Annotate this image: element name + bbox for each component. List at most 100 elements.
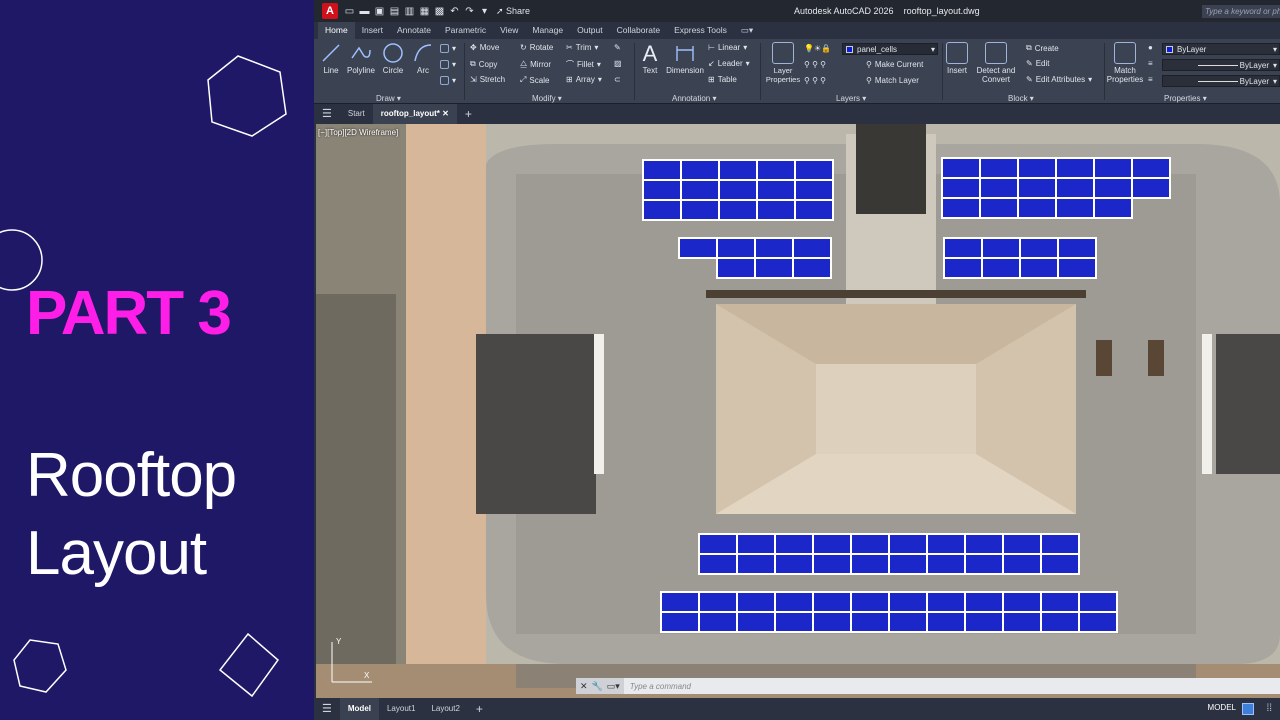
tab-output[interactable]: Output [570,22,610,39]
close-icon[interactable]: ✕ [442,109,449,118]
color-dropdown[interactable]: ByLayer ▾ [1162,43,1280,55]
draw-panel-label[interactable]: Draw ▾ [376,94,401,103]
rotate-button[interactable]: ↻ Rotate [520,43,553,52]
array-button[interactable]: ⊞ Array ▾ [566,75,602,84]
snap-icon[interactable]: ⁞⁞ [1266,703,1272,714]
polyline-button[interactable]: Polyline [344,42,378,75]
print-icon[interactable]: ▩ [434,6,445,17]
block-panel-label[interactable]: Block ▾ [1008,94,1034,103]
trim-button[interactable]: ✂ Trim ▾ [566,43,598,52]
web-save-icon[interactable]: ▦ [419,6,430,17]
tab-collaborate[interactable]: Collaborate [610,22,667,39]
undo-icon[interactable]: ↶ [449,6,460,17]
rotate-icon: ↻ [520,43,527,52]
stretch-button[interactable]: ⇲ Stretch [470,75,505,84]
solar-panel-array-5[interactable] [698,533,1080,575]
add-layout-icon[interactable]: + [468,698,491,720]
edit-attributes-button[interactable]: ✎ Edit Attributes ▾ [1026,75,1092,84]
save-icon[interactable]: ▣ [374,6,385,17]
solar-panel-array-3[interactable] [941,157,1171,219]
layer-tools-row-1[interactable]: ⚲ ⚲ ⚲ [804,60,826,69]
linear-button[interactable]: ⊢ Linear ▾ [708,43,747,52]
layer-tools-row-2[interactable]: ⚲ ⚲ ⚲ [804,76,826,85]
app-menu-icon[interactable]: ☰ [314,104,340,124]
explode-button[interactable]: ▨ [614,59,622,68]
menu-icon[interactable]: ☰ [314,698,340,720]
drawing-tab[interactable]: rooftop_layout* ✕ [372,104,457,124]
new-tab-icon[interactable]: + [457,104,480,124]
layer-properties-button[interactable]: Layer Properties [764,42,802,84]
tab-parametric[interactable]: Parametric [438,22,493,39]
make-current-button[interactable]: ⚲ Make Current [866,60,923,69]
new-file-icon[interactable]: ▭ [344,6,355,17]
part-label: PART 3 [26,279,232,348]
solar-panel-array-1[interactable] [642,159,834,221]
model-tab[interactable]: Model [339,698,379,720]
create-block-button[interactable]: ⧉ Create [1026,43,1059,53]
modify-panel-label[interactable]: Modify ▾ [532,94,562,103]
search-input[interactable]: Type a keyword or phrase [1202,5,1280,18]
block-panel: Insert Detect and Convert ⧉ Create ✎ Edit … [944,39,1102,104]
insert-button[interactable]: Insert [944,42,970,75]
circle-button[interactable]: Circle [380,42,406,75]
text-button[interactable]: A Text [638,42,662,76]
leader-button[interactable]: ↙ Leader ▾ [708,59,750,68]
properties-panel-label[interactable]: Properties ▾ [1164,94,1207,103]
arc-button[interactable]: Arc [410,42,436,75]
customize-dropdown-icon[interactable]: ▾ [479,6,490,17]
table-button[interactable]: ⊞ Table [708,75,737,84]
command-prompt-icon[interactable]: ▭▾ [607,681,620,692]
tab-manage[interactable]: Manage [525,22,570,39]
open-folder-icon[interactable]: ▬ [359,6,370,17]
tab-annotate[interactable]: Annotate [390,22,438,39]
command-line[interactable]: ✕ 🔧 ▭▾ Type a command [576,678,1280,694]
layer-dropdown[interactable]: panel_cells ▾ [842,43,938,55]
layout1-tab[interactable]: Layout1 [379,698,423,720]
viewport-controls[interactable]: [−][Top][2D Wireframe] [318,128,398,137]
share-button[interactable]: ➚ Share [496,6,530,17]
lineweight-dropdown[interactable]: ByLayer ▾ [1162,75,1280,87]
solar-panel-array-2[interactable] [678,237,832,279]
match-properties-button[interactable]: Match Properties [1106,42,1144,84]
mirror-button[interactable]: ⧋ Mirror [520,59,551,69]
erase-button[interactable]: ✎ [614,43,621,52]
close-icon[interactable]: ✕ [580,681,588,692]
tab-view[interactable]: View [493,22,525,39]
rectangle-button[interactable]: ▾ [440,44,456,53]
layout2-tab[interactable]: Layout2 [423,698,467,720]
detect-convert-button[interactable]: Detect and Convert [974,42,1018,84]
command-input[interactable]: Type a command [630,682,691,691]
tab-insert[interactable]: Insert [355,22,390,39]
model-space-toggle[interactable]: MODEL [1208,703,1236,712]
redo-icon[interactable]: ↷ [464,6,475,17]
move-button[interactable]: ✥ Move [470,43,499,52]
tab-home[interactable]: Home [318,22,355,39]
grid-icon[interactable] [1242,703,1254,715]
tab-express-tools[interactable]: Express Tools [667,22,734,39]
hatch-button[interactable]: ▾ [440,60,456,69]
annotation-panel-label[interactable]: Annotation ▾ [672,94,717,103]
dimension-button[interactable]: Dimension [664,42,706,75]
solar-panel-array-6[interactable] [660,591,1118,633]
region-button[interactable]: ▾ [440,76,456,85]
start-tab[interactable]: Start [340,104,373,124]
chevron-down-icon: ▾ [1272,61,1277,70]
share-label: Share [506,5,531,16]
ribbon-options-icon[interactable]: ▭▾ [734,22,760,39]
scale-button[interactable]: ⤢ Scale [520,75,549,85]
drawing-viewport[interactable]: [−][Top][2D Wireframe] Y X [316,124,1280,698]
web-open-icon[interactable]: ▥ [404,6,415,17]
edit-block-button[interactable]: ✎ Edit [1026,59,1050,68]
line-button[interactable]: Line [318,42,344,75]
offset-button[interactable]: ⊂ [614,75,621,84]
solar-panel-array-4[interactable] [943,237,1097,279]
layer-state-icons[interactable]: 💡☀🔒 [804,44,831,53]
fillet-button[interactable]: ⌒ Fillet ▾ [566,59,601,70]
save-as-icon[interactable]: ▤ [389,6,400,17]
copy-button[interactable]: ⧉ Copy [470,59,497,69]
match-layer-button[interactable]: ⚲ Match Layer [866,76,919,85]
wrench-icon[interactable]: 🔧 [592,681,603,692]
linetype-dropdown[interactable]: ByLayer ▾ [1162,59,1280,71]
autocad-logo-icon[interactable]: A [322,3,338,19]
layers-panel-label[interactable]: Layers ▾ [836,94,866,103]
